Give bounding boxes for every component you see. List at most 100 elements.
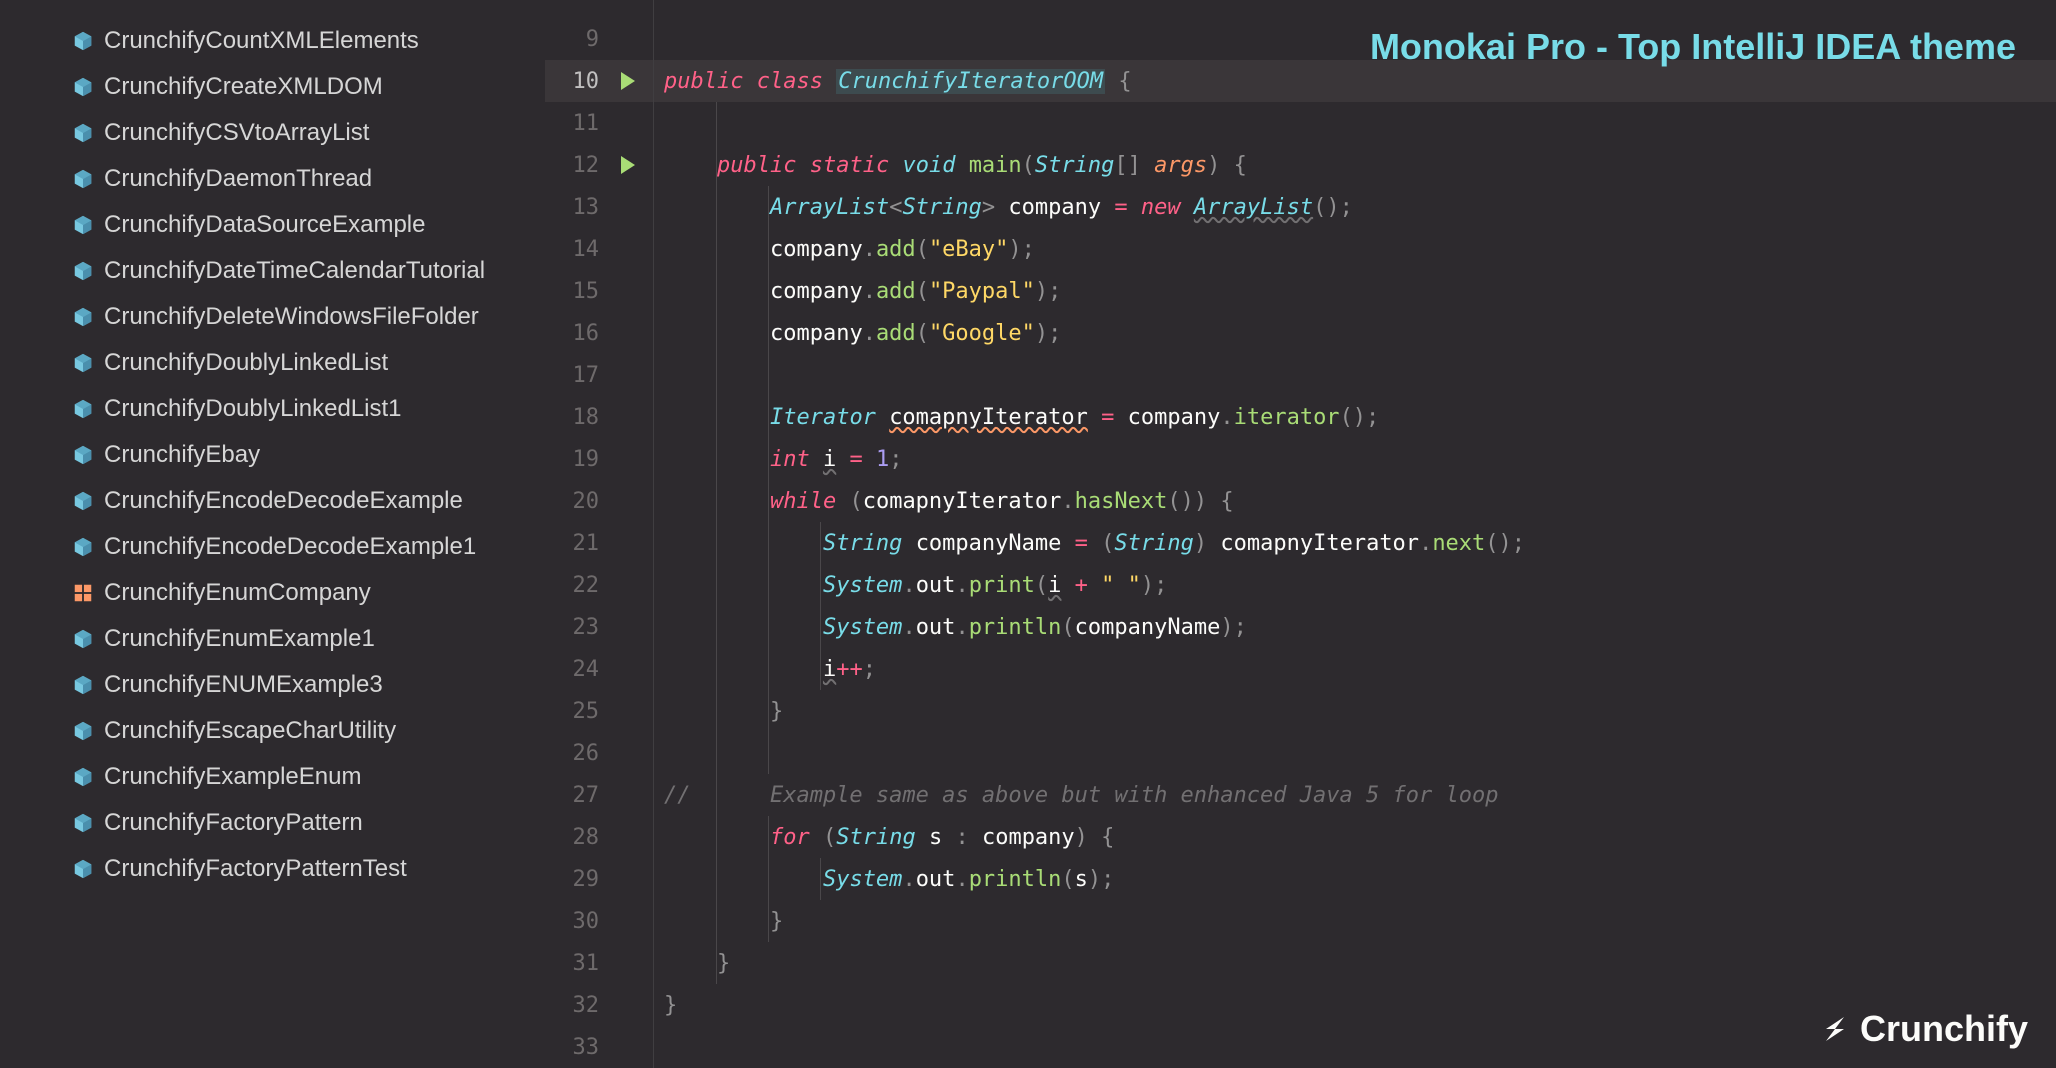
gutter-row[interactable]: 22 [545,564,653,606]
line-number: 24 [573,657,600,682]
file-item-CrunchifyDaemonThread[interactable]: CrunchifyDaemonThread [0,156,545,202]
line-number: 33 [573,1035,600,1060]
line-number: 16 [573,321,600,346]
code-line[interactable]: System.out.println(s); [654,858,2056,900]
code-line[interactable]: ArrayList<String> company = new ArrayLis… [654,186,2056,228]
code-line[interactable]: company.add("Paypal"); [654,270,2056,312]
gutter-row[interactable]: 15 [545,270,653,312]
file-item-CrunchifyCountXMLElements[interactable]: CrunchifyCountXMLElements [0,18,545,64]
gutter-row[interactable]: 11 [545,102,653,144]
code-line[interactable]: int i = 1; [654,438,2056,480]
line-number: 29 [573,867,600,892]
line-number: 28 [573,825,600,850]
gutter-row[interactable]: 30 [545,900,653,942]
gutter-row[interactable]: 20 [545,480,653,522]
indent-guide [716,270,717,312]
run-gutter-icon[interactable] [621,72,635,90]
gutter-row[interactable]: 10 [545,60,653,102]
indent-guide [716,396,717,438]
file-item-CrunchifyEscapeCharUtility[interactable]: CrunchifyEscapeCharUtility [0,708,545,754]
gutter-row[interactable]: 19 [545,438,653,480]
file-label: CrunchifyDataSourceExample [104,211,425,239]
indent-guide [820,564,821,606]
file-item-CrunchifyENUMExample3[interactable]: CrunchifyENUMExample3 [0,662,545,708]
file-label: CrunchifyDoublyLinkedList [104,349,388,377]
indent-guide [768,816,769,858]
file-label: CrunchifyCreateXMLDOM [104,73,383,101]
cube-icon [72,674,94,696]
code-line[interactable] [654,102,2056,144]
file-item-CrunchifyEncodeDecodeExample1[interactable]: CrunchifyEncodeDecodeExample1 [0,524,545,570]
file-item-CrunchifyFactoryPattern[interactable]: CrunchifyFactoryPattern [0,800,545,846]
code-line[interactable]: company.add("Google"); [654,312,2056,354]
gutter-row[interactable]: 16 [545,312,653,354]
gutter-row[interactable]: 21 [545,522,653,564]
gutter-row[interactable]: 14 [545,228,653,270]
code-line[interactable]: String companyName = (String) comapnyIte… [654,522,2056,564]
file-item-CrunchifyDoublyLinkedList[interactable]: CrunchifyDoublyLinkedList [0,340,545,386]
line-number: 20 [573,489,600,514]
gutter-row[interactable]: 9 [545,18,653,60]
cube-icon [72,720,94,742]
code-line[interactable]: // Example same as above but with enhanc… [654,774,2056,816]
indent-guide [768,564,769,606]
gutter-row[interactable]: 25 [545,690,653,732]
code-line[interactable]: company.add("eBay"); [654,228,2056,270]
code-line[interactable] [654,354,2056,396]
file-item-CrunchifyDateTimeCalendarTutorial[interactable]: CrunchifyDateTimeCalendarTutorial [0,248,545,294]
indent-guide [768,732,769,774]
file-item-CrunchifyFactoryPatternTest[interactable]: CrunchifyFactoryPatternTest [0,846,545,892]
gutter-row[interactable]: 12 [545,144,653,186]
file-item-CrunchifyEnumExample1[interactable]: CrunchifyEnumExample1 [0,616,545,662]
gutter-row[interactable]: 18 [545,396,653,438]
gutter-row[interactable]: 13 [545,186,653,228]
indent-guide [716,690,717,732]
indent-guide [768,648,769,690]
indent-guide [768,690,769,732]
code-line[interactable]: System.out.print(i + " "); [654,564,2056,606]
gutter-row[interactable]: 23 [545,606,653,648]
file-item-CrunchifyEnumCompany[interactable]: CrunchifyEnumCompany [0,570,545,616]
indent-guide [768,606,769,648]
gutter-row[interactable]: 31 [545,942,653,984]
line-number: 23 [573,615,600,640]
gutter-row[interactable]: 32 [545,984,653,1026]
gutter-row[interactable]: 24 [545,648,653,690]
indent-guide [716,732,717,774]
grid-icon [72,582,94,604]
code-area[interactable]: public class CrunchifyIteratorOOM { publ… [653,0,2056,1068]
indent-guide [716,942,717,984]
code-line[interactable] [654,732,2056,774]
code-line[interactable]: while (comapnyIterator.hasNext()) { [654,480,2056,522]
code-line[interactable]: } [654,690,2056,732]
gutter-row[interactable]: 17 [545,354,653,396]
indent-guide [768,900,769,942]
cube-icon [72,812,94,834]
file-item-CrunchifyDoublyLinkedList1[interactable]: CrunchifyDoublyLinkedList1 [0,386,545,432]
code-line[interactable]: System.out.println(companyName); [654,606,2056,648]
file-item-CrunchifyCreateXMLDOM[interactable]: CrunchifyCreateXMLDOM [0,64,545,110]
code-line[interactable]: public static void main(String[] args) { [654,144,2056,186]
gutter-row[interactable]: 26 [545,732,653,774]
file-item-CrunchifyCSVtoArrayList[interactable]: CrunchifyCSVtoArrayList [0,110,545,156]
indent-guide [716,438,717,480]
file-item-CrunchifyEbay[interactable]: CrunchifyEbay [0,432,545,478]
file-item-CrunchifyEncodeDecodeExample[interactable]: CrunchifyEncodeDecodeExample [0,478,545,524]
code-line[interactable]: for (String s : company) { [654,816,2056,858]
code-line[interactable]: i++; [654,648,2056,690]
indent-guide [716,816,717,858]
file-item-CrunchifyDataSourceExample[interactable]: CrunchifyDataSourceExample [0,202,545,248]
code-line[interactable]: } [654,900,2056,942]
code-line[interactable]: Iterator comapnyIterator = company.itera… [654,396,2056,438]
run-gutter-icon[interactable] [621,156,635,174]
gutter-row[interactable]: 29 [545,858,653,900]
page-title: Monokai Pro - Top IntelliJ IDEA theme [1370,26,2016,68]
file-item-CrunchifyDeleteWindowsFileFolder[interactable]: CrunchifyDeleteWindowsFileFolder [0,294,545,340]
gutter-row[interactable]: 28 [545,816,653,858]
indent-guide [768,186,769,228]
gutter-row[interactable]: 33 [545,1026,653,1068]
file-item-CrunchifyExampleEnum[interactable]: CrunchifyExampleEnum [0,754,545,800]
line-number: 26 [573,741,600,766]
gutter-row[interactable]: 27 [545,774,653,816]
code-line[interactable]: } [654,942,2056,984]
